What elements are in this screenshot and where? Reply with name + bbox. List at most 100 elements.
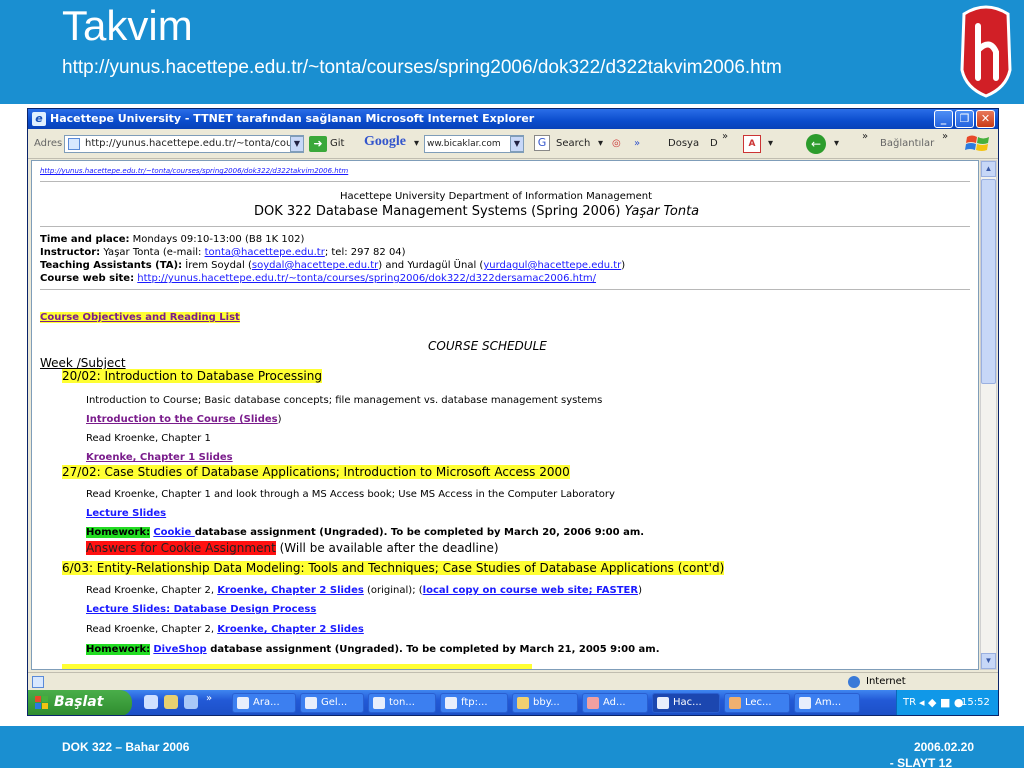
week-1-title: 20/02: Introduction to Database Processi… (62, 369, 322, 383)
minimize-button[interactable]: _ (934, 110, 953, 128)
chevron-down-icon[interactable]: ▾ (768, 138, 773, 149)
quick-launch-ie-icon[interactable] (144, 695, 158, 709)
dosya-menu[interactable]: Dosya (668, 138, 699, 149)
close-button[interactable]: ✕ (976, 110, 995, 128)
folder-icon (517, 697, 529, 709)
week-2-answers: Answers for Cookie Assignment (Will be a… (86, 541, 499, 555)
system-tray: TR ◂ ◆ ■ ● 15:52 (896, 690, 998, 715)
week-3-lecture-slides-link[interactable]: Lecture Slides: Database Design Process (86, 604, 316, 615)
week-1-intro-slides-link[interactable]: Introduction to the Course (Slides) (86, 414, 282, 425)
word-icon (373, 697, 385, 709)
web-site-line: Course web site: http://yunus.hacettepe.… (40, 273, 597, 284)
address-dropdown-button[interactable]: ▼ (290, 136, 304, 152)
week-2-reading: Read Kroenke, Chapter 1 and look through… (86, 489, 615, 500)
taskbar-item-gel[interactable]: Gel... (300, 693, 364, 713)
window-icon (305, 697, 317, 709)
web-page-content: http://yunus.hacettepe.edu.tr/~tonta/cou… (31, 160, 979, 670)
taskbar-item-hac[interactable]: Hac... (652, 693, 720, 713)
week-1-description: Introduction to Course; Basic database c… (86, 395, 603, 406)
tray-icons[interactable]: ◂ ◆ ■ ● (919, 696, 963, 709)
window-title-bar[interactable]: e Hacettepe University - TTNET tarafında… (28, 109, 998, 129)
language-indicator[interactable]: TR (903, 697, 916, 708)
ta-email-link-1[interactable]: soydal@hacettepe.edu.tr (252, 260, 378, 271)
taskbar-item-bby[interactable]: bby... (512, 693, 578, 713)
chevron-down-icon[interactable]: ▾ (414, 138, 419, 149)
maximize-button[interactable]: ❐ (955, 110, 974, 128)
week-2-title: 27/02: Case Studies of Database Applicat… (62, 465, 570, 479)
quick-launch-more-icon[interactable]: » (206, 693, 212, 704)
cookie-assignment-link[interactable]: Cookie (153, 527, 194, 538)
ie-icon (657, 697, 669, 709)
week-3-reading: Read Kroenke, Chapter 2, Kroenke, Chapte… (86, 585, 642, 596)
course-web-link[interactable]: http://yunus.hacettepe.edu.tr/~tonta/cou… (137, 273, 596, 284)
quick-launch-folder-icon[interactable] (164, 695, 178, 709)
taskbar-item-ftp[interactable]: ftp:... (440, 693, 508, 713)
more-chevron-icon[interactable]: » (862, 131, 868, 142)
divider (40, 289, 970, 290)
diveshop-assignment-link[interactable]: DiveShop (153, 644, 206, 655)
go-button[interactable]: Git (330, 138, 344, 149)
chevron-down-icon[interactable]: ▾ (834, 138, 839, 149)
scroll-up-arrow-icon[interactable]: ▲ (981, 161, 996, 177)
chevron-down-icon[interactable]: ▾ (598, 138, 603, 149)
hacettepe-logo-icon (960, 5, 1012, 98)
scroll-down-arrow-icon[interactable]: ▼ (981, 653, 996, 669)
footer-date: 2006.02.20 (913, 740, 974, 754)
taskbar-item-ad[interactable]: Ad... (582, 693, 648, 713)
spiral-icon[interactable]: ◎ (612, 138, 621, 149)
time-place-line: Time and place: Mondays 09:10-13:00 (B8 … (40, 234, 305, 245)
search-dropdown-button[interactable]: ▼ (510, 136, 524, 152)
windows-flag-icon (35, 696, 48, 709)
go-arrow-icon[interactable]: ➜ (309, 136, 327, 152)
address-value: http://yunus.hacettepe.edu.tr/~tonta/cou… (85, 138, 300, 149)
pdf-icon[interactable]: A (743, 135, 761, 153)
start-label: Başlat (54, 694, 104, 710)
taskbar-item-lec[interactable]: Lec... (724, 693, 790, 713)
taskbar-item-ton[interactable]: ton... (368, 693, 436, 713)
clock[interactable]: 15:52 (961, 697, 990, 708)
week-3-homework: Homework: DiveShop database assignment (… (86, 644, 660, 655)
kroenke-chapter-2-link[interactable]: Kroenke, Chapter 2 Slides (217, 585, 364, 596)
divider (40, 181, 970, 182)
quick-launch-desktop-icon[interactable] (184, 695, 198, 709)
menu-fragment[interactable]: D (710, 138, 718, 149)
department-line: Hacettepe University Department of Infor… (340, 191, 653, 202)
footer-course: DOK 322 – Bahar 2006 (62, 740, 190, 754)
google-toolbar-logo[interactable]: Google (364, 134, 406, 150)
vertical-scrollbar[interactable]: ▲ ▼ (980, 160, 997, 670)
page-top-url[interactable]: http://yunus.hacettepe.edu.tr/~tonta/cou… (40, 167, 348, 175)
week-1-reading: Read Kroenke, Chapter 1 (86, 433, 211, 444)
windows-flag-icon (965, 135, 989, 151)
ie-logo-icon: e (32, 112, 46, 126)
ta-line: Teaching Assistants (TA): İrem Soydal (s… (40, 260, 626, 271)
taskbar-item-am[interactable]: Am... (794, 693, 860, 713)
more-chevron-icon[interactable]: » (722, 131, 728, 142)
start-button[interactable]: Başlat (28, 690, 132, 715)
more-chevron-icon[interactable]: » (942, 131, 948, 142)
page-icon (68, 138, 80, 150)
ta-email-link-2[interactable]: yurdagul@hacettepe.edu.tr (483, 260, 621, 271)
address-input[interactable]: http://yunus.hacettepe.edu.tr/~tonta/cou… (64, 135, 304, 153)
powerpoint-icon (729, 697, 741, 709)
slide-title: Takvim (62, 2, 193, 49)
week-2-lecture-slides-link[interactable]: Lecture Slides (86, 508, 166, 519)
back-arrow-icon[interactable]: ← (806, 134, 826, 154)
objectives-link[interactable]: Course Objectives and Reading List (40, 312, 240, 323)
google-search-input[interactable]: ww.bicaklar.com (424, 135, 524, 153)
pdf-icon (587, 697, 599, 709)
instructor-email-link[interactable]: tonta@hacettepe.edu.tr (205, 247, 325, 258)
window-title: Hacettepe University - TTNET tarafından … (50, 112, 535, 125)
google-g-icon[interactable]: G (534, 135, 550, 151)
course-title: DOK 322 Database Management Systems (Spr… (254, 204, 700, 219)
answers-link[interactable]: Answers for Cookie Assignment (86, 541, 276, 555)
more-chevron-icon[interactable]: » (634, 138, 640, 149)
kroenke-chapter-2-link-2[interactable]: Kroenke, Chapter 2 Slides (217, 624, 364, 635)
local-copy-link[interactable]: local copy on course web site; FASTER (423, 585, 638, 596)
windows-taskbar: Başlat » Ara... Gel... ton... ftp:... bb… (28, 690, 998, 715)
scroll-thumb[interactable] (981, 179, 996, 384)
slide-subtitle-url: http://yunus.hacettepe.edu.tr/~tonta/cou… (62, 57, 782, 78)
taskbar-item-ara[interactable]: Ara... (232, 693, 296, 713)
links-label[interactable]: Bağlantılar (880, 138, 934, 149)
week-1-chapter-slides-link[interactable]: Kroenke, Chapter 1 Slides (86, 452, 233, 463)
search-button[interactable]: Search (556, 138, 590, 149)
